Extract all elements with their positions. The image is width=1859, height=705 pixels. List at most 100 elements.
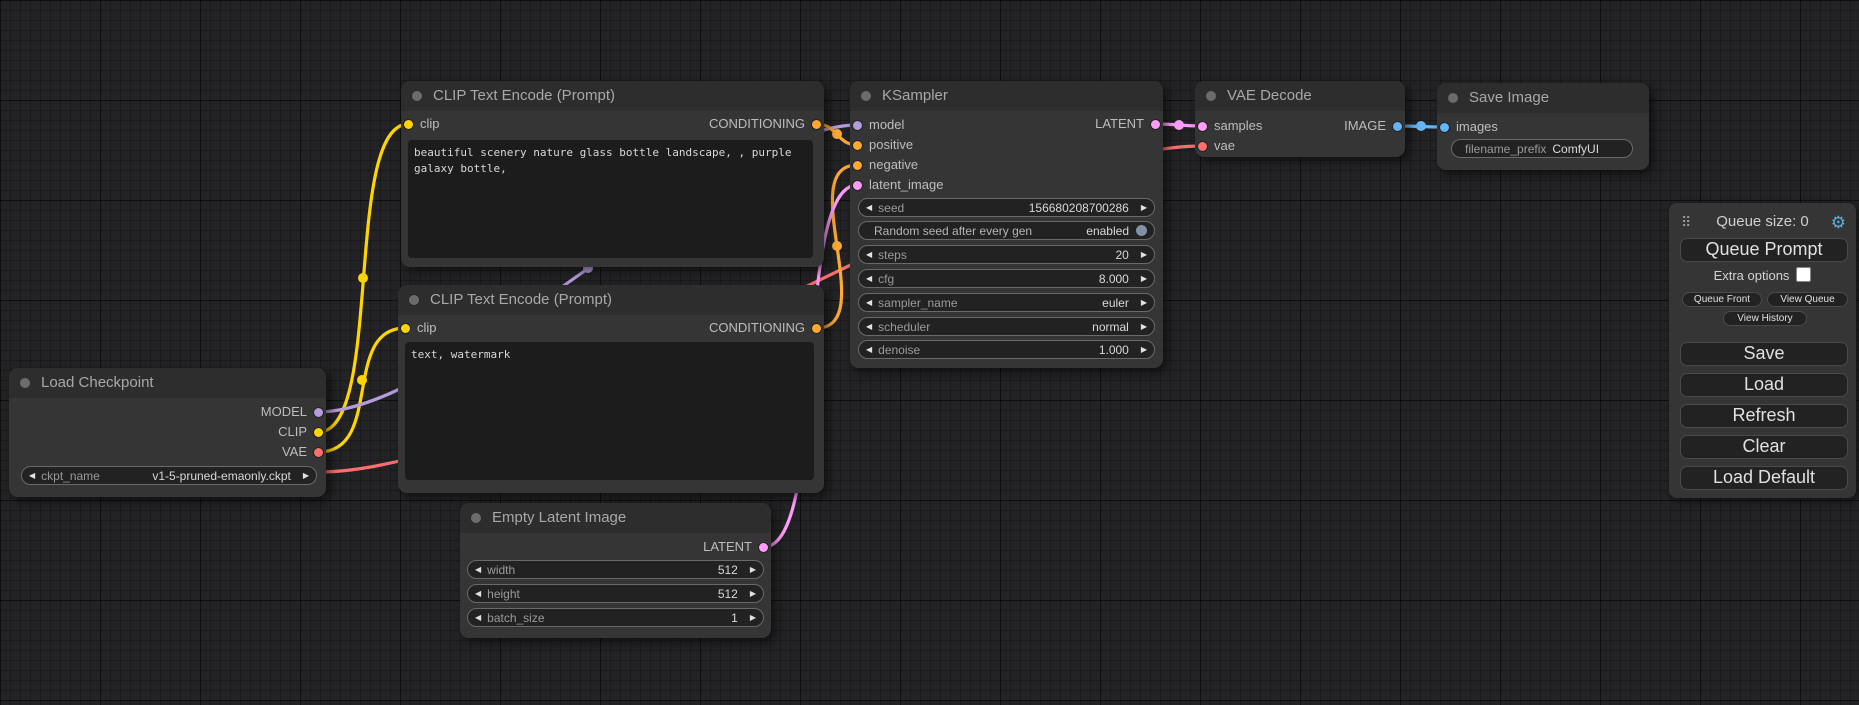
wire-clip-to-negative-prompt — [319, 328, 406, 452]
collapse-dot-icon[interactable] — [409, 295, 419, 305]
prompt-textarea[interactable]: text, watermark — [405, 342, 814, 480]
save-button[interactable]: Save — [1680, 342, 1848, 366]
node-title-bar[interactable]: CLIP Text Encode (Prompt) — [398, 285, 824, 315]
link-dot — [1416, 121, 1426, 131]
collapse-dot-icon[interactable] — [1448, 93, 1458, 103]
arrow-right-icon[interactable]: ▶ — [1141, 346, 1147, 354]
collapse-dot-icon[interactable] — [20, 378, 30, 388]
steps-widget[interactable]: ◀ steps 20 ▶ — [858, 245, 1155, 264]
clear-button[interactable]: Clear — [1680, 435, 1848, 459]
node-title: KSampler — [882, 81, 948, 111]
negative-input-port[interactable] — [853, 161, 862, 170]
batch-size-widget[interactable]: ◀ batch_size 1 ▶ — [467, 608, 764, 627]
latent-output-port[interactable] — [1151, 120, 1160, 129]
arrow-left-icon[interactable]: ◀ — [475, 566, 481, 574]
refresh-button[interactable]: Refresh — [1680, 404, 1848, 428]
settings-gear-icon[interactable]: ⚙ — [1831, 213, 1846, 233]
arrow-right-icon[interactable]: ▶ — [1141, 323, 1147, 331]
collapse-dot-icon[interactable] — [471, 513, 481, 523]
load-button[interactable]: Load — [1680, 373, 1848, 397]
arrow-right-icon[interactable]: ▶ — [1141, 275, 1147, 283]
positive-input-port[interactable] — [853, 141, 862, 150]
arrow-left-icon[interactable]: ◀ — [866, 299, 872, 307]
extra-options-checkbox[interactable] — [1796, 267, 1811, 282]
arrow-right-icon[interactable]: ▶ — [750, 614, 756, 622]
input-slot-positive: positive — [850, 135, 1163, 155]
drag-handle-icon[interactable]: ⠿ — [1681, 214, 1690, 231]
sampler-name-widget[interactable]: ◀ sampler_name euler ▶ — [858, 293, 1155, 312]
node-title-bar[interactable]: CLIP Text Encode (Prompt) — [401, 81, 824, 111]
link-dot — [832, 129, 842, 139]
node-ksampler[interactable]: KSampler model positive negative latent_… — [850, 81, 1163, 368]
latent-image-input-port[interactable] — [853, 181, 862, 190]
scheduler-widget[interactable]: ◀ scheduler normal ▶ — [858, 317, 1155, 336]
node-clip-text-encode-negative[interactable]: CLIP Text Encode (Prompt) clip CONDITION… — [398, 285, 824, 493]
vae-output-port[interactable] — [314, 448, 323, 457]
node-empty-latent-image[interactable]: Empty Latent Image LATENT ◀ width 512 ▶ … — [460, 503, 771, 638]
input-slot-negative: negative — [850, 155, 1163, 175]
seed-widget[interactable]: ◀ seed 156680208700286 ▶ — [858, 198, 1155, 217]
height-widget[interactable]: ◀ height 512 ▶ — [467, 584, 764, 603]
node-title-bar[interactable]: Empty Latent Image — [460, 503, 771, 533]
node-title-bar[interactable]: Load Checkpoint — [9, 368, 326, 398]
denoise-widget[interactable]: ◀ denoise 1.000 ▶ — [858, 340, 1155, 359]
extra-options-row: Extra options — [1669, 267, 1856, 285]
node-title-bar[interactable]: KSampler — [850, 81, 1163, 111]
width-widget[interactable]: ◀ width 512 ▶ — [467, 560, 764, 579]
arrow-left-icon[interactable]: ◀ — [866, 346, 872, 354]
node-vae-decode[interactable]: VAE Decode samples vae IMAGE — [1195, 81, 1405, 157]
model-output-port[interactable] — [314, 408, 323, 417]
cfg-widget[interactable]: ◀ cfg 8.000 ▶ — [858, 269, 1155, 288]
vae-input-port[interactable] — [1198, 142, 1207, 151]
arrow-right-icon[interactable]: ▶ — [1141, 204, 1147, 212]
ckpt-name-widget[interactable]: ◀ ckpt_name v1-5-pruned-emaonly.ckpt ▶ — [21, 466, 317, 485]
collapse-dot-icon[interactable] — [861, 91, 871, 101]
workflow-canvas[interactable]: Load Checkpoint MODEL CLIP VAE ◀ ckpt_na… — [0, 0, 1859, 705]
link-dot — [357, 375, 367, 385]
random-seed-toggle-widget[interactable]: Random seed after every gen enabled — [858, 221, 1155, 240]
node-title-bar[interactable]: VAE Decode — [1195, 81, 1405, 111]
conditioning-output-port[interactable] — [812, 120, 821, 129]
collapse-dot-icon[interactable] — [1206, 91, 1216, 101]
link-dot — [358, 273, 368, 283]
arrow-right-icon[interactable]: ▶ — [303, 472, 309, 480]
node-title: Load Checkpoint — [41, 368, 154, 398]
view-queue-button[interactable]: View Queue — [1767, 292, 1848, 307]
arrow-left-icon[interactable]: ◀ — [866, 251, 872, 259]
arrow-left-icon[interactable]: ◀ — [866, 323, 872, 331]
filename-prefix-widget[interactable]: filename_prefix ComfyUI — [1451, 139, 1633, 158]
node-title: Empty Latent Image — [492, 503, 626, 533]
node-save-image[interactable]: Save Image images filename_prefix ComfyU… — [1437, 83, 1649, 170]
arrow-left-icon[interactable]: ◀ — [866, 275, 872, 283]
arrow-left-icon[interactable]: ◀ — [29, 472, 35, 480]
output-slot-vae: VAE — [9, 442, 326, 462]
clip-output-port[interactable] — [314, 428, 323, 437]
load-default-button[interactable]: Load Default — [1680, 466, 1848, 490]
prompt-textarea[interactable]: beautiful scenery nature glass bottle la… — [408, 140, 813, 258]
arrow-right-icon[interactable]: ▶ — [750, 566, 756, 574]
images-input-port[interactable] — [1440, 123, 1449, 132]
arrow-left-icon[interactable]: ◀ — [475, 614, 481, 622]
input-slot-images: images — [1437, 117, 1649, 137]
queue-prompt-button[interactable]: Queue Prompt — [1680, 238, 1848, 262]
view-history-button[interactable]: View History — [1723, 311, 1807, 326]
arrow-left-icon[interactable]: ◀ — [866, 204, 872, 212]
conditioning-output-port[interactable] — [812, 324, 821, 333]
latent-output-port[interactable] — [759, 543, 768, 552]
output-slot-conditioning: CONDITIONING — [398, 318, 824, 338]
arrow-left-icon[interactable]: ◀ — [475, 590, 481, 598]
arrow-right-icon[interactable]: ▶ — [750, 590, 756, 598]
node-title: Save Image — [1469, 83, 1549, 113]
node-title-bar[interactable]: Save Image — [1437, 83, 1649, 113]
queue-panel: ⠿ Queue size: 0 ⚙ Queue Prompt Extra opt… — [1669, 203, 1856, 498]
node-clip-text-encode-positive[interactable]: CLIP Text Encode (Prompt) clip CONDITION… — [401, 81, 824, 267]
node-title: CLIP Text Encode (Prompt) — [430, 285, 612, 315]
collapse-dot-icon[interactable] — [412, 91, 422, 101]
arrow-right-icon[interactable]: ▶ — [1141, 299, 1147, 307]
node-load-checkpoint[interactable]: Load Checkpoint MODEL CLIP VAE ◀ ckpt_na… — [9, 368, 326, 497]
arrow-right-icon[interactable]: ▶ — [1141, 251, 1147, 259]
toggle-on-icon[interactable] — [1136, 225, 1147, 236]
extra-options-label: Extra options — [1714, 268, 1790, 283]
image-output-port[interactable] — [1393, 122, 1402, 131]
queue-front-button[interactable]: Queue Front — [1682, 292, 1762, 307]
